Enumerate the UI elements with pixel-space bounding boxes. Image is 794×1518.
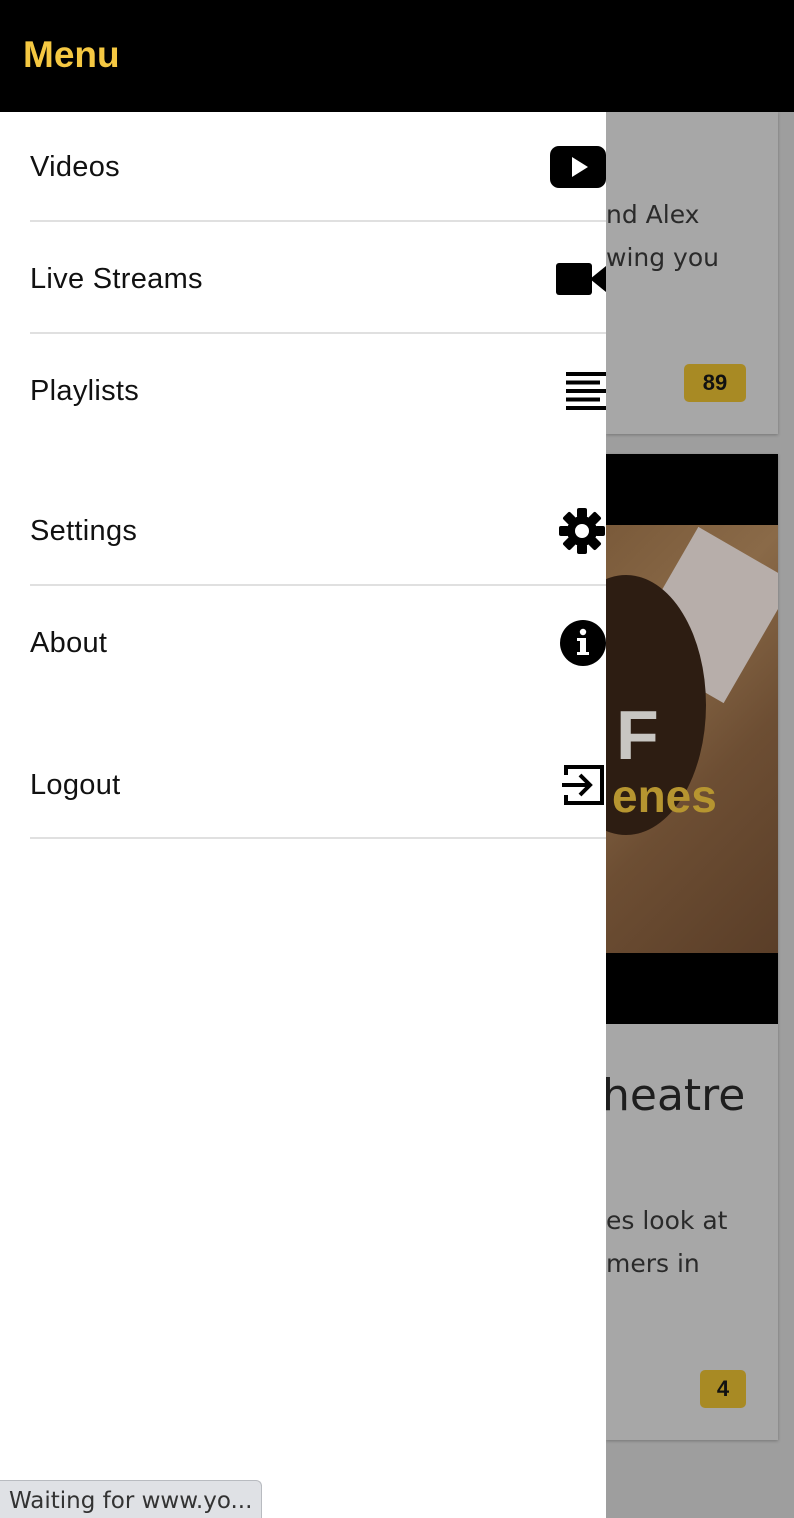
divider	[30, 837, 606, 839]
info-icon	[548, 619, 606, 667]
count-badge: 4	[700, 1370, 746, 1408]
thumbnail-image: F enes	[606, 525, 778, 953]
video-camera-icon	[548, 255, 606, 303]
menu-item-label: Videos	[30, 150, 120, 183]
divider	[30, 332, 606, 334]
menu-item-settings[interactable]: Settings	[30, 476, 606, 586]
menu-item-videos[interactable]: Videos	[30, 112, 606, 222]
menu-item-playlists[interactable]: Playlists	[30, 336, 606, 446]
menu-item-label: Playlists	[30, 374, 140, 407]
logout-icon	[548, 761, 606, 809]
card-description-line: wing you	[606, 243, 719, 272]
menu-item-label: Settings	[30, 514, 138, 547]
menu-item-label: About	[30, 626, 108, 659]
video-card[interactable]: nd Alex wing you 89	[606, 112, 778, 434]
menu-item-live-streams[interactable]: Live Streams	[30, 224, 606, 334]
card-description-line: nd Alex	[606, 200, 700, 229]
thumbnail-text: enes	[612, 770, 717, 822]
card-description-line: mers in	[606, 1249, 700, 1278]
navigation-drawer: Videos Live Streams Playlists Settings A…	[0, 112, 606, 1518]
card-description-line: es look at	[606, 1206, 728, 1235]
menu-item-label: Logout	[30, 768, 121, 801]
menu-item-label: Live Streams	[30, 262, 203, 295]
divider	[30, 220, 606, 222]
menu-item-logout[interactable]: Logout	[30, 730, 606, 840]
card-title: heatre	[602, 1070, 746, 1121]
video-thumbnail[interactable]: F enes	[606, 454, 778, 1024]
menu-item-about[interactable]: About	[30, 588, 606, 698]
browser-status-bar: Waiting for www.yo...	[0, 1480, 262, 1518]
app-header: Menu	[0, 0, 794, 112]
list-lines-icon	[548, 367, 606, 415]
video-play-icon	[548, 143, 606, 191]
thumbnail-text: F	[616, 696, 659, 774]
gear-icon	[548, 507, 606, 555]
divider	[30, 584, 606, 586]
count-badge: 89	[684, 364, 746, 402]
menu-title: Menu	[23, 34, 120, 75]
